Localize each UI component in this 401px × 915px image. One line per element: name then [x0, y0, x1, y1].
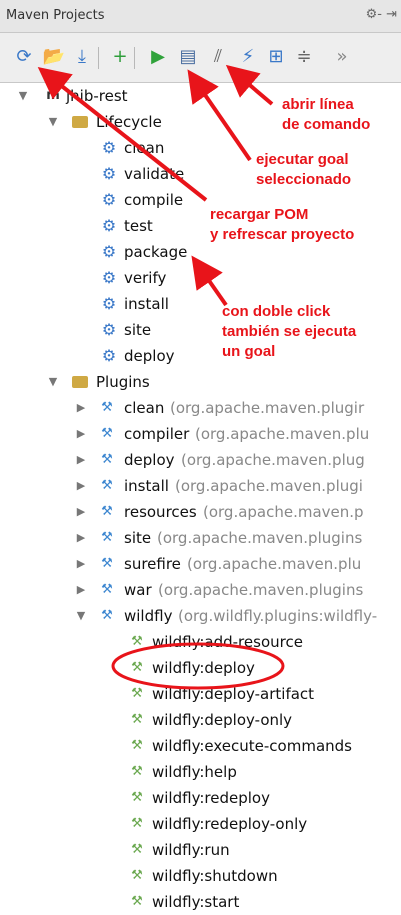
annotation-reload: recargar POM y refrescar proyecto: [210, 205, 354, 245]
annotation-reload-line1: recargar POM: [210, 206, 309, 223]
annotation-run-goal-line1: ejecutar goal: [256, 151, 349, 168]
annotation-cmdline-line1: abrir línea: [282, 96, 354, 113]
annotation-cmdline-line2: de comando: [282, 116, 371, 133]
arrow-reload: [37, 67, 208, 202]
annotation-cmdline: abrir línea de comando: [282, 95, 370, 135]
highlight-circle: [111, 642, 285, 690]
arrow-cmdline: [225, 64, 274, 106]
arrow-dblclick: [191, 255, 228, 307]
arrow-run-goal: [187, 69, 252, 162]
annotation-run-goal-line2: seleccionado: [256, 171, 352, 188]
annotation-overlay: [37, 64, 285, 690]
annotation-run-goal: ejecutar goal seleccionado: [256, 150, 351, 190]
annotation-dblclick: con doble click también se ejecuta un go…: [222, 302, 356, 362]
annotation-reload-line2: y refrescar proyecto: [210, 226, 355, 243]
annotation-dblclick-line3: un goal: [222, 343, 276, 360]
annotation-dblclick-line1: con doble click: [222, 303, 331, 320]
annotation-dblclick-line2: también se ejecuta: [222, 323, 357, 340]
